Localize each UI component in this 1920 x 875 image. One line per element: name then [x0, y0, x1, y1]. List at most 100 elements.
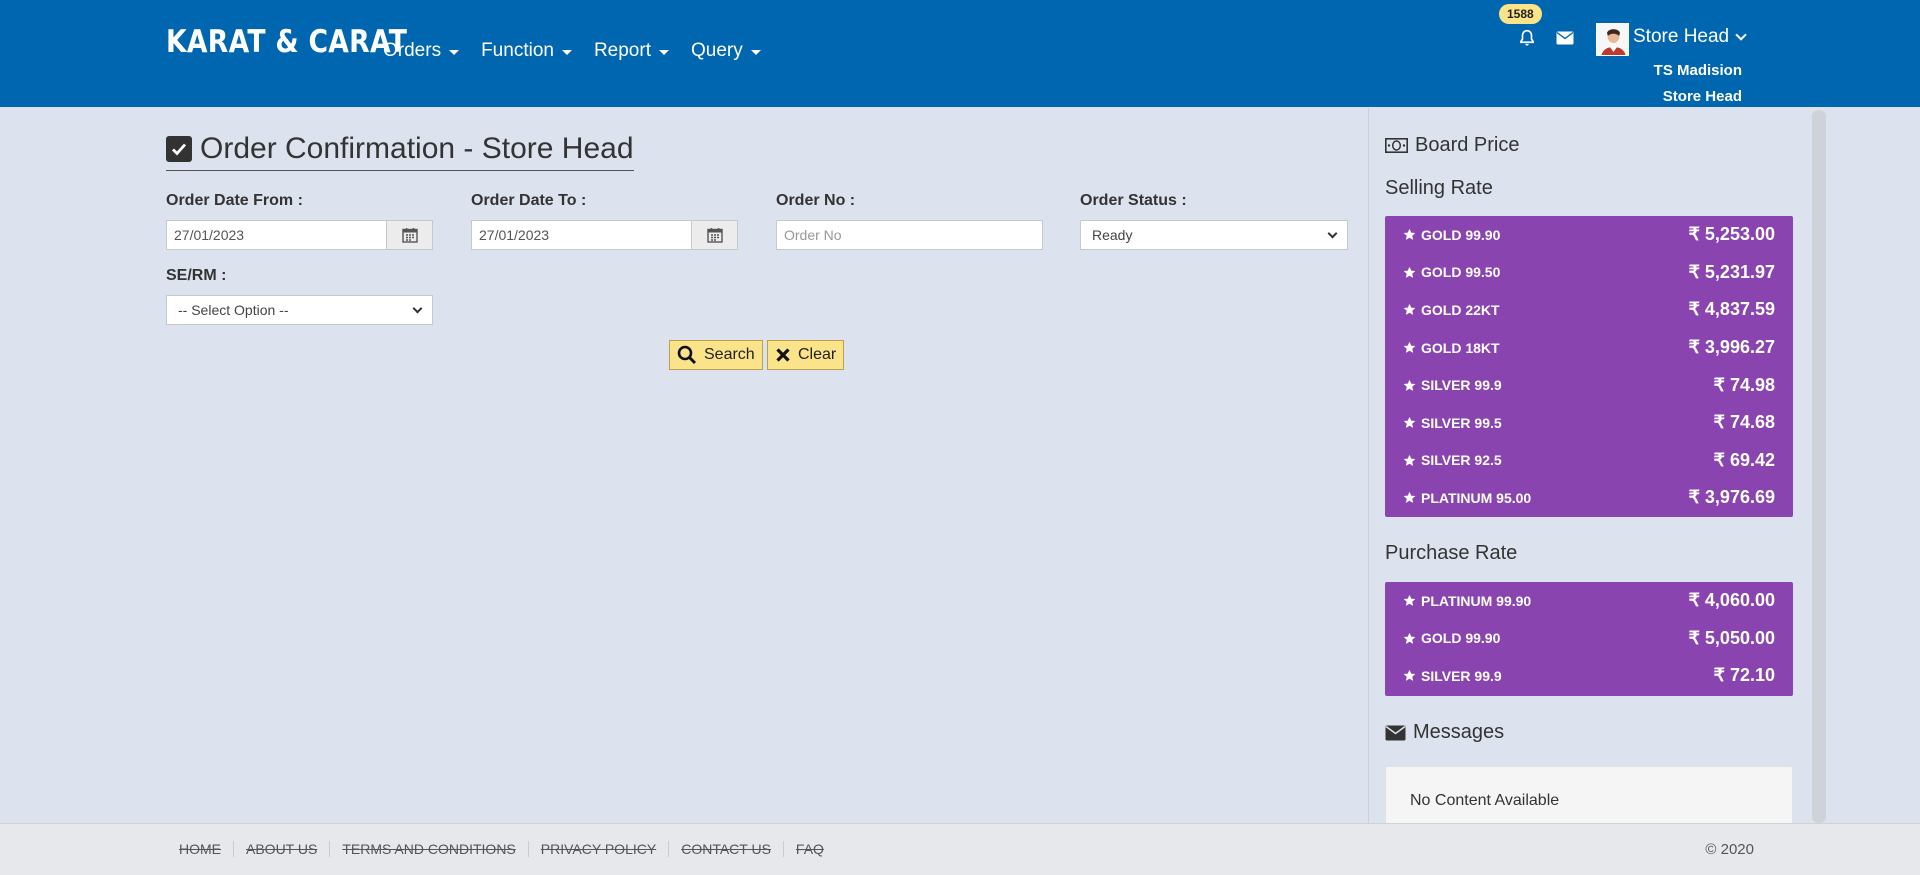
calendar-icon	[706, 228, 723, 243]
store-role: Store Head	[1662, 88, 1742, 105]
nav-function[interactable]: Function	[481, 40, 572, 62]
se-rm-select[interactable]: -- Select Option --	[166, 295, 433, 325]
star-icon	[1403, 670, 1416, 682]
board-price-title: Board Price	[1385, 134, 1520, 157]
caret-down-icon	[449, 50, 460, 55]
footer-link-home[interactable]: HOME	[166, 841, 234, 857]
calendar-icon	[401, 228, 418, 243]
clear-button[interactable]: Clear	[767, 340, 845, 370]
copyright: © 2020	[1705, 841, 1754, 858]
rate-value: ₹ 5,231.97	[1688, 261, 1775, 282]
rate-value: ₹ 3,976.69	[1688, 487, 1775, 508]
search-button-label: Search	[704, 346, 755, 363]
nav-query-label: Query	[690, 40, 743, 61]
purchase-rate-panel: PLATINUM 99.90 ₹ 4,060.00 GOLD 99.90 ₹ 5,05…	[1385, 582, 1793, 696]
top-navbar: KARAT & CARAT Orders Function Report Que…	[0, 0, 1920, 107]
rate-value: ₹ 5,253.00	[1688, 224, 1775, 245]
rate-name: GOLD 99.90	[1403, 630, 1500, 646]
nav-query[interactable]: Query	[691, 40, 761, 62]
caret-down-icon	[750, 50, 761, 55]
rate-name-text: GOLD 99.50	[1421, 264, 1501, 281]
star-icon	[1403, 379, 1416, 391]
footer-link-faq[interactable]: FAQ	[784, 841, 836, 857]
star-icon	[1403, 304, 1416, 316]
envelope-icon	[1385, 725, 1406, 740]
store-name: TS Madision	[1653, 62, 1742, 79]
footer-link-privacy[interactable]: PRIVACY POLICY	[529, 841, 670, 857]
star-icon	[1403, 341, 1416, 353]
star-icon	[1403, 632, 1416, 644]
rate-name-text: GOLD 99.90	[1421, 226, 1501, 243]
brand-logo[interactable]: KARAT & CARAT	[166, 24, 407, 60]
rate-row: SILVER 99.9 ₹ 74.98	[1385, 366, 1793, 404]
date-from-input[interactable]: 27/01/2023	[166, 220, 387, 250]
footer-link-contact[interactable]: CONTACT US	[669, 841, 784, 857]
rate-name-text: PLATINUM 95.00	[1421, 489, 1532, 506]
sidebar-scrollbar[interactable]	[1812, 110, 1826, 823]
page-title: Order Confirmation - Store Head	[166, 132, 634, 171]
date-to-input[interactable]: 27/01/2023	[471, 220, 692, 250]
avatar[interactable]	[1596, 23, 1629, 56]
messages-empty-text: No Content Available	[1410, 792, 1560, 809]
board-price-title-text: Board Price	[1415, 134, 1520, 156]
rate-row: PLATINUM 95.00 ₹ 3,976.69	[1385, 479, 1793, 517]
rate-name: SILVER 99.9	[1403, 668, 1502, 684]
footer-link-terms[interactable]: TERMS AND CONDITIONS	[330, 841, 529, 857]
nav-report[interactable]: Report	[594, 40, 669, 62]
rate-value: ₹ 74.68	[1713, 412, 1776, 433]
envelope-icon[interactable]	[1556, 31, 1574, 45]
chevron-down-icon	[412, 303, 423, 313]
rate-name: PLATINUM 95.00	[1403, 490, 1531, 506]
nav-function-label: Function	[481, 40, 554, 61]
rate-row: GOLD 18KT ₹ 3,996.27	[1385, 329, 1793, 367]
rate-row: SILVER 92.5 ₹ 69.42	[1385, 442, 1793, 480]
caret-down-icon	[561, 50, 572, 55]
se-rm-value: -- Select Option --	[178, 302, 289, 318]
rate-value: ₹ 5,050.00	[1688, 627, 1775, 648]
nav-report-label: Report	[593, 40, 651, 61]
caret-down-icon	[658, 50, 669, 55]
selling-rate-panel: GOLD 99.90 ₹ 5,253.00 GOLD 99.50 ₹ 5,231.97…	[1385, 216, 1793, 517]
rate-value: ₹ 74.98	[1713, 374, 1776, 395]
bell-icon[interactable]	[1518, 29, 1536, 47]
rate-name: GOLD 99.90	[1403, 227, 1500, 243]
rate-name: SILVER 99.5	[1403, 415, 1502, 431]
star-icon	[1403, 417, 1416, 429]
footer-link-about[interactable]: ABOUT US	[234, 841, 331, 857]
rate-name-text: GOLD 18KT	[1421, 339, 1500, 356]
rate-name-text: SILVER 92.5	[1421, 452, 1502, 469]
rate-name: PLATINUM 99.90	[1403, 593, 1531, 609]
rate-row: SILVER 99.5 ₹ 74.68	[1385, 404, 1793, 442]
star-icon	[1403, 492, 1416, 504]
rate-name-text: SILVER 99.9	[1421, 667, 1502, 684]
rate-value: ₹ 69.42	[1713, 449, 1776, 470]
clear-button-label: Clear	[798, 346, 837, 363]
rate-value: ₹ 4,837.59	[1688, 299, 1775, 320]
date-to-calendar-button[interactable]	[691, 220, 738, 250]
search-button[interactable]: Search	[669, 340, 763, 370]
selling-rate-title: Selling Rate	[1385, 177, 1493, 199]
rate-row: PLATINUM 99.90 ₹ 4,060.00	[1385, 582, 1793, 620]
footer-links: HOME ABOUT US TERMS AND CONDITIONS PRIVA…	[166, 841, 836, 857]
rate-value: ₹ 3,996.27	[1688, 337, 1775, 358]
close-icon	[776, 348, 790, 362]
rate-name-text: SILVER 99.5	[1421, 414, 1502, 431]
order-status-label: Order Status :	[1080, 192, 1187, 209]
date-from-label: Order Date From :	[166, 192, 303, 209]
order-no-input[interactable]: Order No	[776, 220, 1043, 250]
chevron-down-icon	[1735, 29, 1747, 41]
rate-name: GOLD 99.50	[1403, 264, 1500, 280]
rate-row: SILVER 99.9 ₹ 72.10	[1385, 657, 1793, 695]
messages-empty-box: No Content Available	[1385, 766, 1793, 826]
order-status-select[interactable]: Ready	[1080, 220, 1348, 250]
date-from-calendar-button[interactable]	[386, 220, 433, 250]
nav-orders[interactable]: Orders	[383, 40, 460, 62]
rate-value: ₹ 4,060.00	[1688, 590, 1775, 611]
user-menu[interactable]: Store Head	[1633, 26, 1747, 48]
date-to-label: Order Date To :	[471, 192, 587, 209]
chevron-down-icon	[1327, 228, 1338, 238]
money-icon	[1385, 138, 1408, 153]
se-rm-label: SE/RM :	[166, 267, 227, 284]
rate-name: SILVER 99.9	[1403, 377, 1502, 393]
rate-name: SILVER 92.5	[1403, 452, 1502, 468]
